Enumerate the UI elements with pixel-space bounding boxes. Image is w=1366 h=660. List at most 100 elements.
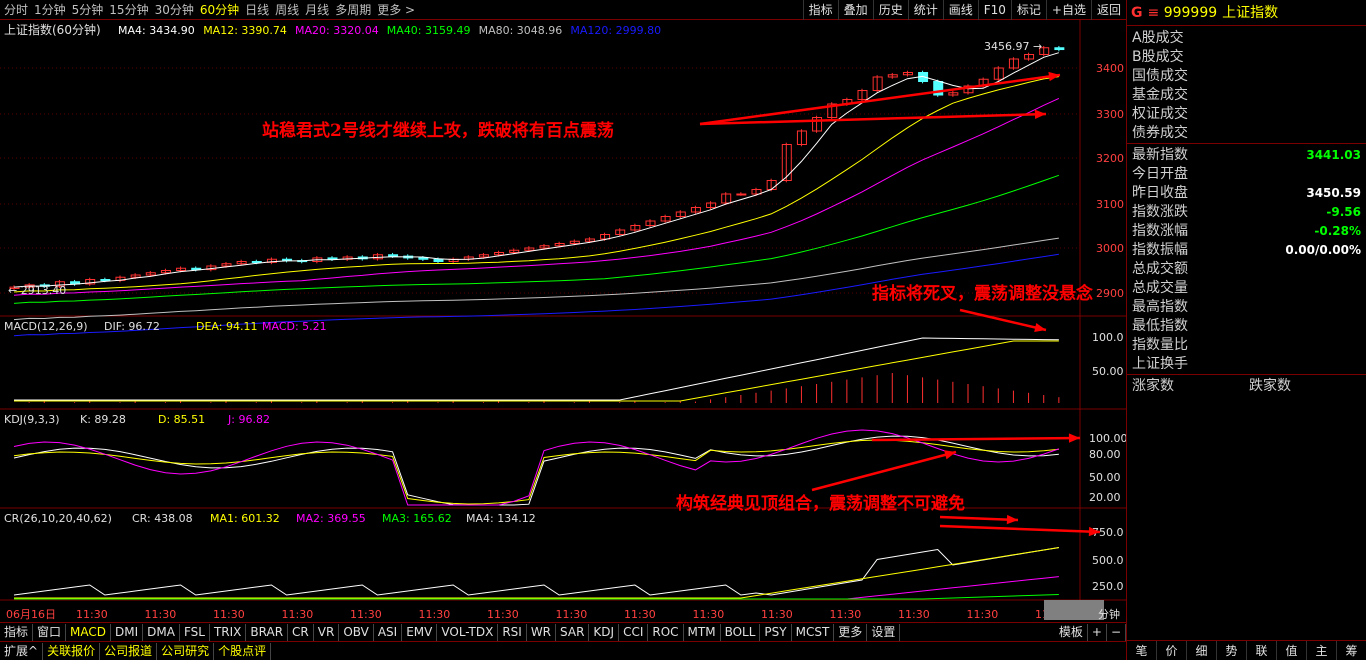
indicator-tab-19[interactable]: ROC [648, 623, 684, 641]
candle [100, 279, 111, 281]
stat-row-10: 指数量比 [1127, 336, 1366, 355]
info-link-3[interactable]: 公司研究 [157, 642, 215, 660]
trade-type-5[interactable]: 债券成交 [1127, 124, 1366, 143]
indicator-tab-24[interactable]: 更多 [834, 623, 868, 641]
stat-row-5: 指数振幅 0.00/0.00% [1127, 241, 1366, 260]
arrow-head [1068, 433, 1080, 443]
stat-value: 0.00/0.00% [1285, 243, 1361, 257]
time-tick-12: 11:30 [898, 608, 930, 621]
cr-tick: 500.0 [1092, 554, 1124, 567]
indicator-tab-3[interactable]: DMI [111, 623, 144, 641]
indicator-tab-1[interactable]: 窗口 [33, 623, 67, 641]
indicator-tab-5[interactable]: FSL [180, 623, 210, 641]
tool-button-5[interactable]: F10 [977, 0, 1011, 20]
stat-row-9: 最低指数 [1127, 317, 1366, 336]
indicator-tab-8[interactable]: CR [288, 623, 314, 641]
time-tick-6: 11:30 [487, 608, 519, 621]
period-tab-7[interactable]: 周线 [275, 2, 299, 18]
indicator-tab-15[interactable]: WR [527, 623, 557, 641]
panel-tab-3[interactable]: 势 [1217, 641, 1247, 660]
trade-type-3[interactable]: 基金成交 [1127, 86, 1366, 105]
indicator-tab-0[interactable]: 指标 [0, 623, 34, 641]
indicator-tab-12[interactable]: EMV [402, 623, 438, 641]
trade-type-0[interactable]: A股成交 [1127, 29, 1366, 48]
stat-label: 最新指数 [1132, 147, 1188, 163]
trade-type-4[interactable]: 权证成交 [1127, 105, 1366, 124]
time-tick-2: 11:30 [213, 608, 245, 621]
panel-tab-1[interactable]: 价 [1157, 641, 1187, 660]
security-code: 999999 [1163, 5, 1218, 21]
macd-dif: DIF: 96.72 [104, 320, 160, 333]
indicator-tab-21[interactable]: BOLL [721, 623, 761, 641]
annotation-death-cross: 指标将死叉，震荡调整没悬念 [872, 284, 1093, 304]
indicator-tab-10[interactable]: OBV [339, 623, 374, 641]
stat-value: -0.28% [1314, 224, 1361, 238]
indicator-tab-25[interactable]: 设置 [867, 623, 901, 641]
period-tab-6[interactable]: 日线 [245, 2, 269, 18]
indicator-tab-14[interactable]: RSI [498, 623, 527, 641]
indicator-tab-7[interactable]: BRAR [246, 623, 289, 641]
cr-line [13, 547, 1059, 596]
indicator-tab-11[interactable]: ASI [374, 623, 403, 641]
tool-button-1[interactable]: 叠加 [837, 0, 873, 20]
tool-button-3[interactable]: 统计 [907, 0, 943, 20]
remove-window-button[interactable]: − [1107, 623, 1126, 641]
price-tick: 3400 [1096, 62, 1124, 75]
price-tick: 3000 [1096, 242, 1124, 255]
trade-type-1[interactable]: B股成交 [1127, 48, 1366, 67]
arrow-head [1006, 514, 1018, 525]
period-tab-5[interactable]: 60分钟 [200, 2, 239, 18]
indicator-tab-2[interactable]: MACD [66, 623, 112, 641]
period-tab-8[interactable]: 月线 [305, 2, 329, 18]
macd-tick: 50.00 [1092, 365, 1124, 378]
period-tab-9[interactable]: 多周期 [335, 2, 371, 18]
cr-ma2: MA2: 369.55 [296, 512, 366, 525]
indicator-tab-18[interactable]: CCI [619, 623, 649, 641]
tool-button-4[interactable]: 画线 [942, 0, 978, 20]
tool-button-7[interactable]: +自选 [1045, 0, 1091, 20]
macd-value: MACD: 5.21 [262, 320, 327, 333]
period-tab-1[interactable]: 1分钟 [34, 2, 66, 18]
period-tab-2[interactable]: 5分钟 [72, 2, 104, 18]
info-link-2[interactable]: 公司报道 [100, 642, 158, 660]
info-link-0[interactable]: 扩展^ [0, 642, 44, 660]
scroll-thumb[interactable] [1044, 600, 1104, 620]
ma-legend-5: MA120: 2999.80 [570, 24, 661, 37]
kline-chart[interactable]: 3400 3300 3200 3100 3000 2900 100.0 50.00 100.00… [0, 20, 1126, 622]
period-tab-0[interactable]: 分时 [4, 2, 28, 18]
tool-button-2[interactable]: 历史 [872, 0, 908, 20]
annotation-ma-support: 站稳君式2号线才继续上攻，跌破将有百点震荡 [262, 121, 614, 141]
panel-tab-0[interactable]: 笔 [1127, 641, 1157, 660]
tool-button-0[interactable]: 指标 [802, 0, 838, 20]
period-tab-10[interactable]: 更多 > [377, 2, 415, 18]
indicator-tab-16[interactable]: SAR [556, 623, 590, 641]
tool-button-8[interactable]: 返回 [1090, 0, 1126, 20]
kdj-j: J: 96.82 [227, 413, 270, 426]
indicator-tab-9[interactable]: VR [314, 623, 340, 641]
panel-tab-5[interactable]: 值 [1277, 641, 1307, 660]
stat-row-4: 指数涨幅 -0.28% [1127, 222, 1366, 241]
indicator-tab-4[interactable]: DMA [143, 623, 180, 641]
trade-type-2[interactable]: 国债成交 [1127, 67, 1366, 86]
indicator-tab-6[interactable]: TRIX [210, 623, 247, 641]
template-button[interactable]: 模板 [1055, 623, 1088, 641]
indicator-tab-20[interactable]: MTM [684, 623, 721, 641]
period-tab-3[interactable]: 15分钟 [109, 2, 148, 18]
indicator-tab-17[interactable]: KDJ [589, 623, 620, 641]
tool-button-6[interactable]: 标记 [1010, 0, 1046, 20]
annotation-arrow [959, 308, 1047, 332]
macd-dea-line [14, 340, 1059, 402]
security-title: 上证指数(60分钟) [4, 22, 101, 37]
panel-tab-6[interactable]: 主 [1307, 641, 1337, 660]
panel-tab-4[interactable]: 联 [1247, 641, 1277, 660]
info-link-4[interactable]: 个股点评 [214, 642, 272, 660]
add-window-button[interactable]: + [1088, 623, 1107, 641]
panel-tab-7[interactable]: 筹 [1337, 641, 1366, 660]
indicator-tab-23[interactable]: MCST [792, 623, 835, 641]
panel-tab-2[interactable]: 细 [1187, 641, 1217, 660]
info-link-1[interactable]: 关联报价 [43, 642, 101, 660]
indicator-tab-22[interactable]: PSY [760, 623, 792, 641]
time-tick-7: 11:30 [556, 608, 588, 621]
indicator-tab-13[interactable]: VOL-TDX [437, 623, 499, 641]
period-tab-4[interactable]: 30分钟 [155, 2, 194, 18]
